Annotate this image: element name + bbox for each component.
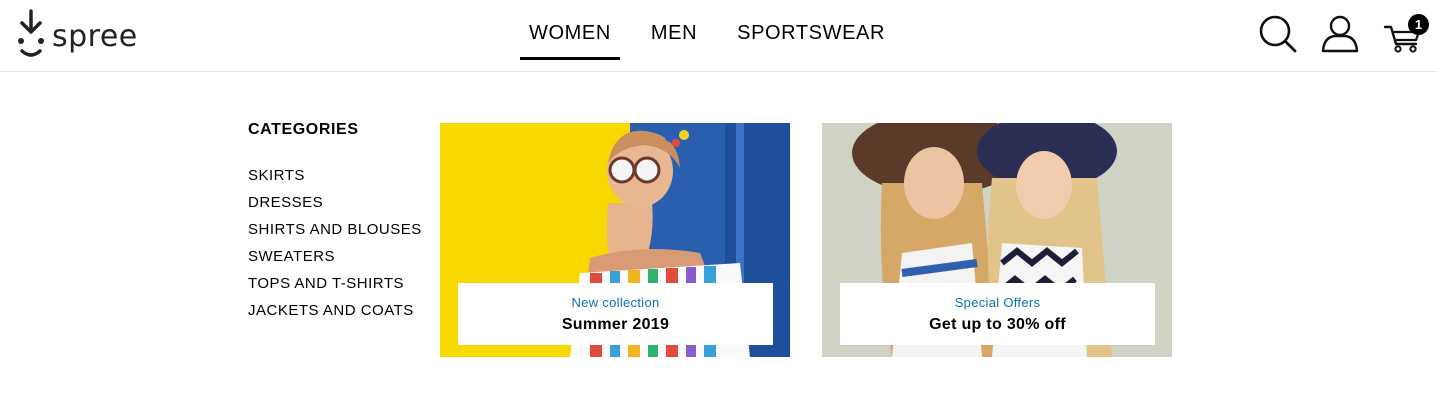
promo-card-summer: New collection Summer 2019 [458, 283, 773, 345]
account-button[interactable] [1320, 14, 1360, 54]
promo-title: Get up to 30% off [929, 316, 1066, 333]
category-link-skirts[interactable]: SKIRTS [248, 162, 433, 189]
spree-logo-icon [18, 9, 44, 57]
site-header: spree WOMEN MEN SPORTSWEAR 1 [0, 0, 1437, 72]
cart-count-badge: 1 [1408, 14, 1429, 35]
promo-card-special-offers: Special Offers Get up to 30% off [840, 283, 1155, 345]
main-nav: WOMEN MEN SPORTSWEAR [520, 0, 916, 72]
promo-subtitle: New collection [571, 295, 660, 310]
cart-button[interactable]: 1 [1383, 14, 1429, 54]
search-icon [1259, 15, 1297, 53]
category-link-jackets-and-coats[interactable]: JACKETS AND COATS [248, 297, 433, 324]
promo-subtitle: Special Offers [954, 295, 1041, 310]
nav-item-women[interactable]: WOMEN [520, 0, 620, 60]
promo-banner-special-offers[interactable]: Special Offers Get up to 30% off [822, 123, 1172, 357]
spree-logo[interactable]: spree [14, 9, 138, 61]
brand-name: spree [52, 18, 138, 54]
category-link-sweaters[interactable]: SWEATERS [248, 243, 433, 270]
nav-item-sportswear[interactable]: SPORTSWEAR [728, 0, 894, 60]
category-link-dresses[interactable]: DRESSES [248, 189, 433, 216]
promo-title: Summer 2019 [561, 316, 670, 333]
account-icon [1321, 15, 1359, 53]
nav-item-men[interactable]: MEN [642, 0, 706, 60]
categories-heading: CATEGORIES [248, 121, 359, 138]
search-button[interactable] [1258, 14, 1298, 54]
promo-banner-summer-collection[interactable]: New collection Summer 2019 [440, 123, 790, 357]
category-link-tops-and-t-shirts[interactable]: TOPS AND T-SHIRTS [248, 270, 433, 297]
category-link-shirts-and-blouses[interactable]: SHIRTS AND BLOUSES [248, 216, 433, 243]
categories-menu: CATEGORIES SKIRTS DRESSES SHIRTS AND BLO… [248, 121, 433, 324]
